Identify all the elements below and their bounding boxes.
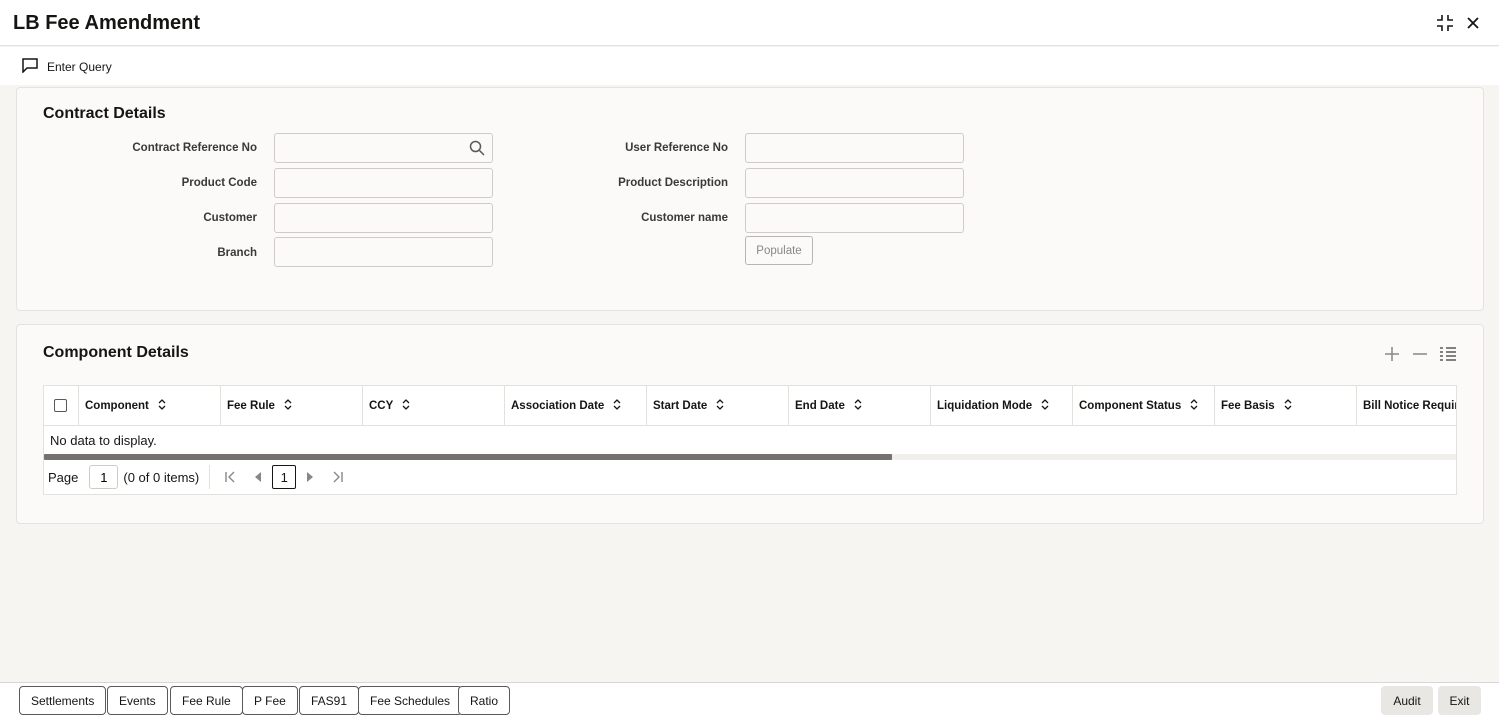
page-label: Page — [48, 469, 79, 485]
fee-schedules-button[interactable]: Fee Schedules — [358, 686, 463, 715]
grid-tools — [1383, 345, 1457, 363]
ratio-button[interactable]: Ratio — [458, 686, 511, 715]
column-header-component-status[interactable]: Component Status — [1073, 386, 1215, 426]
column-header-fee-rule[interactable]: Fee Rule — [221, 386, 363, 426]
contract-reference-no-label: Contract Reference No — [132, 142, 257, 154]
settlements-button[interactable]: Settlements — [19, 686, 107, 715]
close-icon[interactable] — [1462, 12, 1484, 34]
previous-page-icon[interactable] — [244, 465, 272, 489]
sort-icon — [854, 399, 862, 413]
column-header-label: Component — [85, 400, 149, 412]
column-header-label: Association Date — [511, 400, 605, 412]
column-header-component[interactable]: Component — [79, 386, 221, 426]
sort-icon — [613, 399, 621, 413]
component-details-panel: Component Details Component Fee Rule CCY… — [16, 324, 1484, 524]
contract-details-title: Contract Details — [43, 105, 166, 122]
column-header-label: Liquidation Mode — [937, 400, 1033, 412]
pagination: Page (0 of 0 items) 1 — [44, 460, 1456, 494]
customer-label: Customer — [203, 212, 257, 224]
fee-rule-button[interactable]: Fee Rule — [170, 686, 243, 715]
column-header-association-date[interactable]: Association Date — [505, 386, 647, 426]
next-page-icon[interactable] — [296, 465, 324, 489]
product-description-label: Product Description — [618, 177, 728, 189]
title-bar: LB Fee Amendment — [0, 0, 1499, 46]
sort-icon — [402, 399, 410, 413]
column-header-bill-notice-required[interactable]: Bill Notice Required — [1357, 386, 1456, 426]
user-reference-no-input[interactable] — [745, 133, 964, 163]
customer-input[interactable] — [274, 203, 493, 233]
column-header-label: CCY — [369, 400, 394, 412]
last-page-icon[interactable] — [324, 465, 352, 489]
branch-input[interactable] — [274, 237, 493, 267]
select-all-cell — [44, 386, 79, 426]
column-header-end-date[interactable]: End Date — [789, 386, 931, 426]
column-list-icon[interactable] — [1439, 345, 1457, 363]
column-header-label: Fee Rule — [227, 400, 275, 412]
window-title: LB Fee Amendment — [13, 12, 201, 34]
footer-bar: Settlements Events Fee Rule P Fee FAS91 … — [0, 682, 1499, 720]
customer-name-input[interactable] — [745, 203, 964, 233]
column-header-start-date[interactable]: Start Date — [647, 386, 789, 426]
sort-icon — [716, 399, 724, 413]
toolbar: Enter Query — [0, 47, 1499, 85]
contract-details-panel: Contract Details Contract Reference No P… — [16, 87, 1484, 311]
sort-icon — [1284, 399, 1292, 413]
items-count: (0 of 0 items) — [123, 469, 200, 485]
product-description-input[interactable] — [745, 168, 964, 198]
audit-button[interactable]: Audit — [1381, 686, 1433, 715]
product-code-label: Product Code — [181, 177, 257, 189]
p-fee-button[interactable]: P Fee — [242, 686, 298, 715]
events-button[interactable]: Events — [107, 686, 168, 715]
column-header-label: Fee Basis — [1221, 400, 1275, 412]
populate-button[interactable]: Populate — [745, 236, 813, 265]
component-details-title: Component Details — [43, 344, 189, 361]
column-header-label: End Date — [795, 400, 845, 412]
no-data-message: No data to display. — [50, 433, 157, 448]
sort-icon — [1190, 399, 1198, 413]
column-header-label: Bill Notice Required — [1363, 400, 1456, 412]
column-header-label: Start Date — [653, 400, 708, 412]
column-header-fee-basis[interactable]: Fee Basis — [1215, 386, 1357, 426]
pager-divider — [209, 465, 211, 489]
table-header: Component Fee Rule CCY Association Date … — [44, 386, 1456, 426]
sort-icon — [158, 399, 166, 413]
first-page-icon[interactable] — [216, 465, 244, 489]
component-table: Component Fee Rule CCY Association Date … — [43, 385, 1457, 495]
collapse-arrows-icon[interactable] — [1434, 12, 1456, 34]
enter-query-label: Enter Query — [47, 60, 112, 74]
column-header-ccy[interactable]: CCY — [363, 386, 505, 426]
enter-query-button[interactable]: Enter Query — [22, 58, 112, 76]
exit-button[interactable]: Exit — [1438, 686, 1481, 715]
select-all-checkbox[interactable] — [54, 399, 67, 412]
sort-icon — [1041, 399, 1049, 413]
chat-bubble-icon — [22, 58, 38, 76]
contract-reference-no-input[interactable] — [274, 133, 493, 163]
product-code-input[interactable] — [274, 168, 493, 198]
user-reference-no-label: User Reference No — [625, 142, 728, 154]
column-header-label: Component Status — [1079, 400, 1182, 412]
remove-row-icon[interactable] — [1411, 345, 1429, 363]
search-icon[interactable] — [469, 140, 485, 161]
branch-label: Branch — [217, 247, 257, 259]
fas91-button[interactable]: FAS91 — [299, 686, 360, 715]
column-header-liquidation-mode[interactable]: Liquidation Mode — [931, 386, 1073, 426]
customer-name-label: Customer name — [641, 212, 728, 224]
current-page-button[interactable]: 1 — [272, 465, 297, 489]
add-row-icon[interactable] — [1383, 345, 1401, 363]
page-number-input[interactable] — [89, 465, 119, 489]
sort-icon — [284, 399, 292, 413]
